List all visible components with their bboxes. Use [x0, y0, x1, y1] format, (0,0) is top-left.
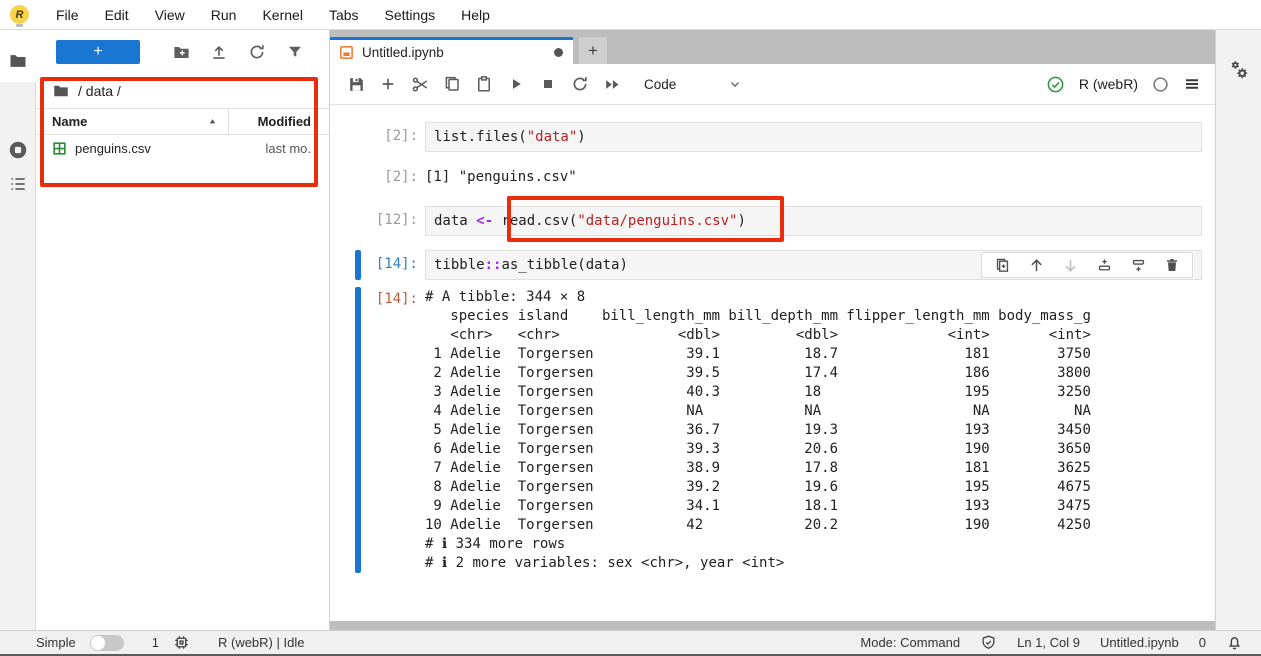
breadcrumb-path: / data / [78, 83, 121, 99]
code-cell-list-files: [2]: list.files("data") [355, 122, 1202, 152]
output-text: [1] "penguins.csv" [425, 166, 577, 188]
notification-count[interactable]: 0 [1199, 635, 1206, 650]
code-cell-read-csv: [12]: data <- read.csv("data/penguins.cs… [355, 206, 1202, 236]
toggle-knob [91, 636, 105, 650]
folder-icon [52, 82, 70, 100]
tab-title: Untitled.ipynb [362, 45, 444, 60]
output-prompt-active: [14]: [361, 287, 425, 573]
code-editor[interactable]: data <- read.csv("data/penguins.csv") [425, 206, 1202, 236]
kernel-sessions-chip-icon[interactable] [173, 634, 190, 651]
cursor-position[interactable]: Ln 1, Col 9 [1017, 635, 1080, 650]
bell-icon[interactable] [1226, 634, 1243, 651]
kernel-switcher[interactable]: R (webR) [1079, 76, 1138, 92]
notebook-toolbar: Code R (webR) [330, 64, 1215, 105]
refresh-icon[interactable] [238, 40, 276, 64]
menu-bar: R File Edit View Run Kernel Tabs Setting… [0, 0, 1261, 30]
status-bar: Simple 1 R (webR) | Idle Mode: Command L… [0, 630, 1261, 656]
running-kernels-icon[interactable] [0, 132, 36, 168]
file-browser-tab-icon[interactable] [0, 43, 36, 79]
menu-edit[interactable]: Edit [92, 0, 142, 30]
file-name: penguins.csv [75, 141, 151, 156]
trust-shield-icon[interactable] [980, 634, 997, 651]
insert-cell-below-icon[interactable] [1130, 257, 1147, 274]
unsaved-changes-dot[interactable] [554, 48, 563, 57]
input-prompt: [12]: [361, 206, 425, 236]
input-prompt: [2]: [361, 122, 425, 152]
filter-icon[interactable] [276, 40, 314, 64]
menu-run[interactable]: Run [198, 0, 250, 30]
notebook-file-icon [339, 45, 354, 60]
code-cell-as-tibble: [14]: tibble::as_tibble(data) [355, 250, 1202, 280]
active-file-name: Untitled.ipynb [1100, 635, 1179, 650]
name-column-header[interactable]: Name [52, 114, 228, 129]
code-editor-active[interactable]: tibble::as_tibble(data) [425, 250, 1202, 280]
tab-untitled-ipynb[interactable]: Untitled.ipynb [330, 37, 573, 64]
kernel-status-text[interactable]: R (webR) | Idle [218, 635, 304, 650]
csv-file-icon [52, 141, 67, 156]
save-icon[interactable] [340, 70, 372, 98]
trusted-check-icon [1046, 75, 1065, 94]
menu-file[interactable]: File [43, 0, 92, 30]
insert-cell-above-icon[interactable] [1096, 257, 1113, 274]
new-launcher-button[interactable]: + [56, 40, 140, 64]
simple-mode-toggle[interactable] [90, 635, 124, 651]
duplicate-cell-icon[interactable] [994, 257, 1011, 274]
breadcrumb[interactable]: / data / [36, 74, 329, 108]
run-cell-icon[interactable] [500, 70, 532, 98]
file-row-penguins-csv[interactable]: penguins.csv last mo. [36, 135, 329, 161]
cell-type-dropdown[interactable]: Code [644, 77, 742, 92]
modified-column-header[interactable]: Modified [228, 109, 329, 134]
restart-kernel-icon[interactable] [564, 70, 596, 98]
main-dock-panel: Untitled.ipynb + [330, 30, 1215, 630]
menu-tabs[interactable]: Tabs [316, 0, 372, 30]
notebook-content: [2]: list.files("data") [2]: [1] "pengui… [330, 105, 1215, 621]
webr-logo-icon: R [10, 5, 29, 24]
code-editor[interactable]: list.files("data") [425, 122, 1202, 152]
copy-cells-icon[interactable] [436, 70, 468, 98]
simple-mode-label: Simple [36, 635, 76, 650]
chevron-down-icon [728, 77, 742, 91]
sort-ascending-icon [207, 116, 218, 127]
left-activity-bar [0, 30, 36, 630]
property-inspector-gears-icon[interactable] [1221, 52, 1257, 88]
menu-help[interactable]: Help [448, 0, 503, 30]
menu-settings[interactable]: Settings [372, 0, 449, 30]
output-area-list-files: [2]: [1] "penguins.csv" [355, 166, 1202, 188]
file-browser-toolbar: + [36, 30, 329, 74]
table-of-contents-icon[interactable] [0, 166, 36, 202]
insert-cell-icon[interactable] [372, 70, 404, 98]
interrupt-kernel-icon[interactable] [532, 70, 564, 98]
output-prompt: [2]: [361, 166, 425, 188]
file-browser-panel: + / data / Name Modified penguins.csv la… [36, 30, 330, 630]
new-tab-button[interactable]: + [579, 37, 607, 64]
move-cell-up-icon[interactable] [1028, 257, 1045, 274]
upload-icon[interactable] [200, 40, 238, 64]
terminal-count[interactable]: 1 [152, 635, 159, 650]
file-modified: last mo. [265, 141, 329, 156]
menu-kernel[interactable]: Kernel [249, 0, 315, 30]
move-cell-down-icon[interactable] [1062, 257, 1079, 274]
hamburger-menu-icon[interactable] [1183, 75, 1201, 93]
kernel-idle-indicator-icon[interactable] [1152, 76, 1169, 93]
tab-bar: Untitled.ipynb + [330, 30, 1215, 64]
input-prompt-active: [14]: [361, 250, 425, 280]
cell-toolbar [981, 252, 1193, 278]
command-mode-indicator: Mode: Command [860, 635, 960, 650]
tibble-output-text: # A tibble: 344 × 8 species island bill_… [425, 287, 1091, 573]
cut-cells-icon[interactable] [404, 70, 436, 98]
output-area-tibble: [14]: # A tibble: 344 × 8 species island… [355, 287, 1202, 573]
new-folder-icon[interactable] [162, 40, 200, 64]
run-all-cells-icon[interactable] [596, 70, 628, 98]
file-list-header: Name Modified [36, 108, 329, 135]
delete-cell-icon[interactable] [1164, 257, 1180, 273]
right-sidebar-strip [1215, 30, 1261, 630]
paste-cells-icon[interactable] [468, 70, 500, 98]
menu-view[interactable]: View [142, 0, 198, 30]
